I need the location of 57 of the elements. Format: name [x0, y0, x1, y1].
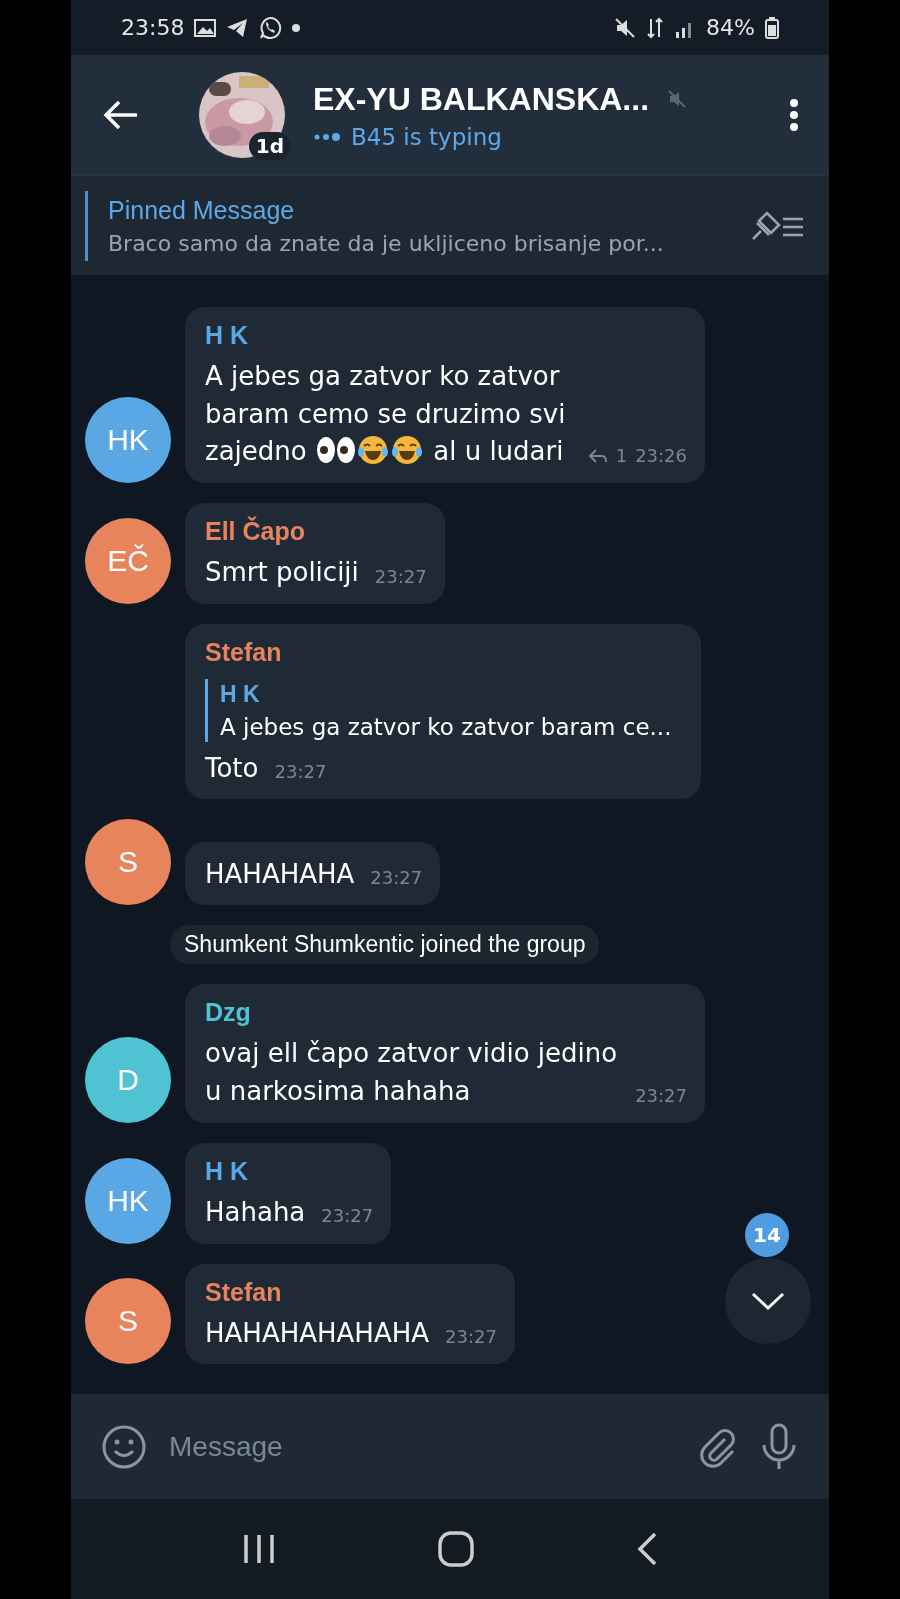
eyes-emoji-icon [315, 436, 356, 465]
sender-name: Dzg [205, 998, 252, 1028]
phone-bubble-icon [258, 15, 283, 40]
gallery-icon [194, 18, 217, 37]
back-nav-button[interactable] [636, 1531, 659, 1567]
chevron-down-icon [750, 1291, 786, 1311]
message-text: HAHAHAHAHAHA [205, 1316, 430, 1350]
paper-plane-icon [226, 17, 249, 38]
sender-name: H K [205, 1156, 250, 1186]
battery-icon [765, 16, 779, 39]
message-time: 23:27 [374, 564, 427, 589]
user-avatar: HK [85, 1157, 171, 1244]
unread-badge: 14 [745, 1213, 789, 1257]
sender-name: Stefan [205, 1277, 283, 1307]
status-time: 23:58 [121, 15, 185, 40]
message-time: 23:27 [445, 1325, 497, 1350]
reply-count: 1 [615, 443, 628, 468]
quoted-sender: H K [220, 680, 261, 708]
typing-status: B45 is typing [351, 123, 502, 150]
reply-icon [587, 448, 608, 464]
quoted-text: A jebes ga zatvor ko zatvor baram ce... [220, 713, 672, 740]
message-time: 23:27 [321, 1204, 374, 1229]
home-button[interactable] [437, 1530, 475, 1568]
message-text: A jebes ga zatvor ko zatvor baram cemo se druzimo svi zajedno al u ludari [205, 360, 567, 469]
user-avatar: S [85, 1278, 171, 1365]
age-badge: 1d [248, 132, 291, 160]
data-arrows-icon [646, 16, 665, 39]
more-menu-button[interactable] [789, 98, 799, 132]
battery-percent: 84% [706, 15, 755, 40]
emoji-button[interactable] [101, 1423, 147, 1470]
recent-apps-button[interactable] [241, 1533, 276, 1565]
sender-name: Stefan [205, 637, 283, 667]
dot-icon [292, 23, 301, 32]
message-time: 23:27 [274, 760, 327, 785]
message-text: ovaj ell čapo zatvor vidio jedino u narkosima hahaha [205, 1037, 619, 1109]
chat-title: EX-YU BALKANSKA... [313, 80, 649, 118]
message-time: 23:26 [635, 443, 687, 468]
user-avatar: HK [85, 397, 171, 484]
message-text: Smrt policiji [205, 556, 359, 590]
user-avatar: D [85, 1036, 171, 1123]
message-time: 23:27 [370, 866, 423, 891]
pinned-label: Pinned Message [108, 195, 296, 225]
typing-dots-icon [313, 131, 343, 142]
mute-icon [614, 16, 637, 39]
back-button[interactable] [103, 100, 139, 130]
user-avatar: EČ [85, 517, 171, 604]
pinned-text: Braco samo da znate da je ukljiceno brisanje por... [108, 230, 665, 256]
user-avatar: S [85, 819, 171, 906]
sender-name: H K [205, 321, 250, 350]
message-text: Toto [205, 751, 259, 785]
message-time: 23:27 [635, 1083, 687, 1108]
sender-name: Ell Čapo [205, 517, 306, 547]
message-text: HAHAHAHA [205, 857, 355, 891]
service-message: Shumkent Shumkentic joined the group [170, 925, 600, 965]
laughing-emoji-icon [390, 434, 423, 467]
laughing-emoji-icon [356, 434, 389, 467]
message-text: Hahaha [205, 1195, 306, 1229]
